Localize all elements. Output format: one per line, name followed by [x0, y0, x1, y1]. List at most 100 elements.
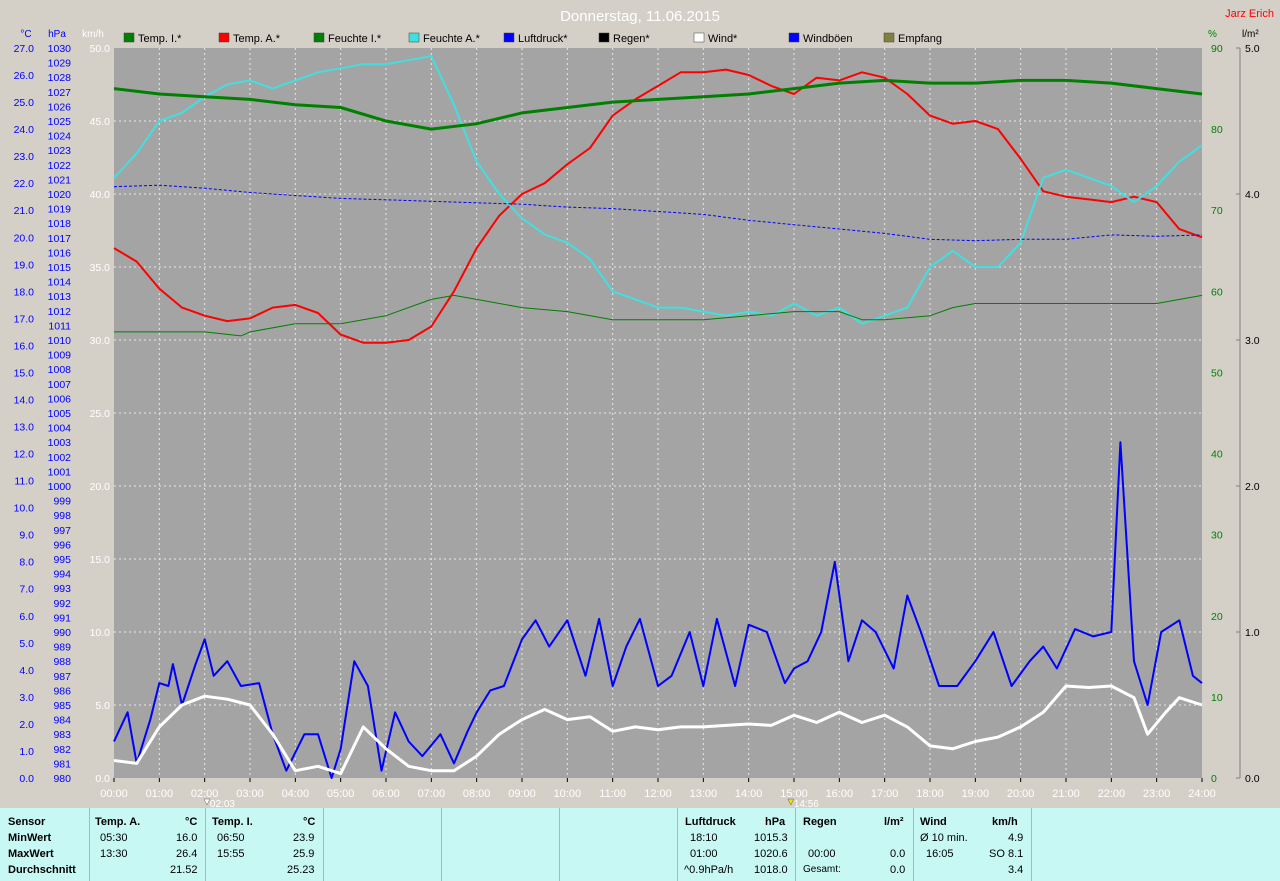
table-divider	[89, 808, 90, 881]
x-tick-label: 13:00	[690, 788, 718, 800]
rain-unit: l/m²	[884, 816, 904, 828]
table-divider	[441, 808, 442, 881]
axis-tick-label: 1004	[48, 423, 72, 435]
pressure-max-val: 1020.6	[754, 848, 788, 860]
pressure-min-val: 1015.3	[754, 832, 788, 844]
axis-tick-label: 994	[53, 569, 71, 581]
axis-tick-label: 18.0	[14, 286, 35, 298]
axis-tick-label: 0.0	[1245, 773, 1260, 785]
axis-tick-label: 4.0	[1245, 189, 1260, 201]
axis-tick-label: 20	[1211, 611, 1223, 623]
axis-tick-label: 23.0	[14, 151, 35, 163]
axis-tick-label: 13.0	[14, 422, 35, 434]
time-marker-label: 02:03	[210, 799, 235, 808]
axis-tick-label: 1000	[48, 481, 72, 493]
axis-tick-label: 45.0	[90, 116, 111, 128]
legend-label: Temp. I.*	[138, 33, 182, 45]
axis-tick-label: 1008	[48, 364, 72, 376]
legend-label: Windböen	[803, 33, 853, 45]
x-tick-label: 10:00	[554, 788, 582, 800]
wind-avg-label: Ø 10 min.	[920, 832, 968, 844]
axis-tick-label: 70	[1211, 205, 1223, 217]
axis-tick-label: 14.0	[14, 394, 35, 406]
temp-i-max-val: 25.9	[293, 848, 315, 860]
temp-i-max-time: 15:55	[217, 848, 245, 860]
axis-tick-label: 1014	[48, 277, 72, 289]
x-tick-label: 01:00	[146, 788, 174, 800]
axis-tick-label: 981	[53, 758, 71, 770]
axis-tick-label: 1012	[48, 306, 72, 318]
axis-tick-label: 1002	[48, 452, 72, 464]
axis-unit-label: %	[1208, 29, 1217, 40]
temp-a-label: Temp. A.	[95, 816, 141, 828]
pressure-unit: hPa	[765, 816, 786, 828]
temp-a-unit: °C	[185, 816, 198, 828]
axis-tick-label: 1010	[48, 335, 72, 347]
x-tick-label: 04:00	[282, 788, 310, 800]
table-divider	[559, 808, 560, 881]
axis-tick-label: 90	[1211, 43, 1223, 55]
rain-max-time: 00:00	[808, 848, 836, 860]
axis-tick-label: 987	[53, 671, 71, 683]
author-label: Jarz Erich	[1225, 8, 1274, 20]
axis-tick-label: 1028	[48, 72, 72, 84]
axis-tick-label: 25.0	[14, 97, 35, 109]
stats-table: Sensor MinWert MaxWert Durchschnitt Temp…	[0, 808, 1280, 881]
axis-tick-label: 12.0	[14, 449, 35, 461]
x-tick-label: 20:00	[1007, 788, 1035, 800]
axis-tick-label: 26.0	[14, 70, 35, 82]
axis-tick-label: 1.0	[1245, 627, 1260, 639]
row-avg-label: Durchschnitt	[8, 864, 76, 876]
axis-tick-label: 1011	[48, 320, 71, 332]
row-min-label: MinWert	[8, 832, 52, 844]
axis-tick-label: 5.0	[19, 638, 34, 650]
axis-tick-label: 1006	[48, 393, 72, 405]
axis-tick-label: 999	[53, 496, 71, 508]
table-divider	[205, 808, 206, 881]
axis-tick-label: 992	[53, 598, 71, 610]
temp-a-max-time: 13:30	[100, 848, 128, 860]
temp-a-min-val: 16.0	[176, 832, 198, 844]
wind-label: Wind	[920, 816, 947, 828]
axis-tick-label: 16.0	[14, 340, 35, 352]
axis-tick-label: 1021	[48, 174, 72, 186]
temp-a-max-val: 26.4	[176, 848, 198, 860]
pressure-avg: 1018.0	[754, 864, 788, 876]
legend-swatch	[408, 32, 420, 43]
axis-tick-label: 20.0	[90, 481, 111, 493]
axis-tick-label: 7.0	[19, 584, 34, 596]
legend-swatch	[218, 32, 230, 43]
axis-tick-label: 982	[53, 744, 71, 756]
temp-a-min-time: 05:30	[100, 832, 128, 844]
legend-swatch	[313, 32, 325, 43]
legend-label: Empfang	[898, 33, 942, 45]
axis-tick-label: 10.0	[14, 503, 35, 515]
chart-title: Donnerstag, 11.06.2015	[560, 8, 720, 25]
axis-tick-label: 1019	[48, 204, 72, 216]
axis-tick-label: 24.0	[14, 124, 35, 136]
axis-unit-label: hPa	[48, 29, 66, 40]
axis-tick-label: 1001	[48, 466, 72, 478]
rain-total: 0.0	[890, 864, 906, 876]
axis-tick-label: 35.0	[90, 262, 111, 274]
axis-unit-label: km/h	[82, 29, 104, 40]
axis-unit-label: °C	[20, 29, 31, 40]
temp-i-min-time: 06:50	[217, 832, 245, 844]
axis-tick-label: 11.0	[14, 476, 34, 488]
x-tick-label: 14:00	[735, 788, 763, 800]
time-marker-label: 14:56	[794, 799, 819, 808]
axis-tick-label: 990	[53, 627, 71, 639]
axis-tick-label: 980	[53, 773, 71, 785]
axis-tick-label: 22.0	[14, 178, 35, 190]
x-tick-label: 11:00	[599, 788, 626, 800]
pressure-min-time: 18:10	[690, 832, 718, 844]
rain-label: Regen	[803, 816, 837, 828]
axis-tick-label: 985	[53, 700, 71, 712]
x-tick-label: 16:00	[826, 788, 854, 800]
axis-tick-label: 20.0	[14, 232, 35, 244]
axis-tick-label: 991	[53, 612, 71, 624]
wind-unit: km/h	[992, 816, 1018, 828]
axis-tick-label: 5.0	[95, 700, 110, 712]
axis-tick-label: 997	[53, 525, 71, 537]
axis-tick-label: 1029	[48, 58, 72, 70]
